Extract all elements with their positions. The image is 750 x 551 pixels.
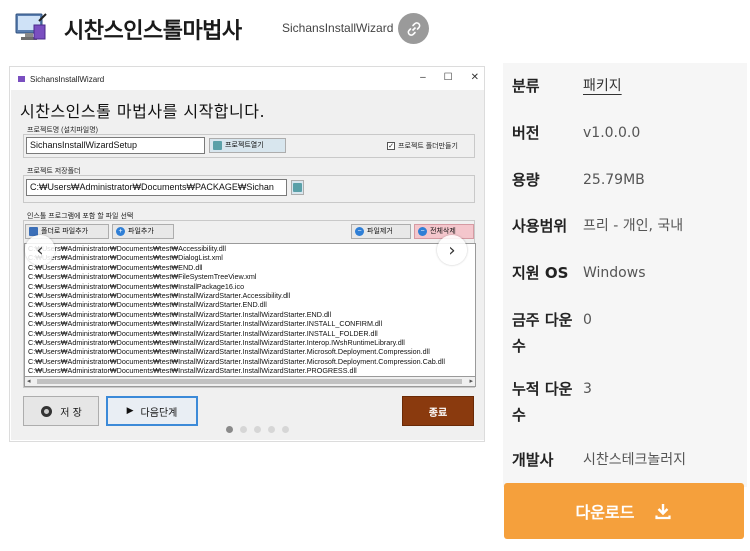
file-list-item: C:₩Users₩Administrator₩Documents₩test₩In…: [28, 281, 245, 291]
file-list-item: C:₩Users₩Administrator₩Documents₩test₩In…: [28, 366, 357, 376]
window-titlebar: SichansInstallWizard: [11, 68, 484, 90]
file-list-item: C:₩Users₩Administrator₩Documents₩test₩In…: [28, 300, 267, 310]
download-label: 다운로드: [575, 503, 635, 522]
carousel-dot[interactable]: [226, 426, 233, 433]
carousel-dot[interactable]: [240, 426, 247, 433]
info-value: 3: [583, 381, 592, 397]
project-name-field: SichansInstallWizardSetup: [26, 137, 205, 154]
add-folder-label: 폴더로 파일추가: [41, 228, 89, 235]
carousel-dot[interactable]: [282, 426, 289, 433]
carousel-dot[interactable]: [268, 426, 275, 433]
download-button[interactable]: 다운로드: [504, 483, 744, 539]
info-label: 용량: [512, 171, 540, 189]
info-row-license: 사용범위 프리 - 개인, 국내: [503, 213, 747, 239]
file-list-item: C:₩Users₩Administrator₩Documents₩test₩In…: [28, 356, 445, 366]
exit-button: 종료: [402, 396, 474, 426]
app-info-panel: 분류 패키지 버전 v1.0.0.0 용량 25.79MB 사용범위 프리 - …: [503, 63, 747, 487]
file-list-item: C:₩Users₩Administrator₩Documents₩test₩Fi…: [28, 272, 257, 282]
file-list-item: C:₩Users₩Administrator₩Documents₩test₩EN…: [28, 262, 203, 272]
scroll-left-icon: ◂: [27, 378, 31, 385]
file-list-scrollbar: ◂ ▸: [24, 377, 476, 387]
checkbox-check-icon: ✓: [387, 142, 395, 150]
file-list-item: C:₩Users₩Administrator₩Documents₩test₩In…: [28, 291, 291, 301]
info-label: 개발사: [512, 451, 554, 469]
category-link[interactable]: 패키지: [583, 73, 747, 99]
maximize-icon: ☐: [443, 72, 453, 83]
file-list-item: C:₩Users₩Administrator₩Documents₩test₩In…: [28, 309, 332, 319]
app-subtitle: SichansInstallWizard: [282, 21, 394, 35]
info-row-os: 지원 OS Windows: [503, 260, 747, 286]
info-value: Windows: [583, 265, 646, 281]
open-project-label: 프로젝트열기: [225, 142, 264, 149]
info-value: v1.0.0.0: [583, 125, 641, 141]
folder-icon: [293, 183, 302, 192]
info-row-size: 용량 25.79MB: [503, 167, 747, 193]
carousel-dot[interactable]: [254, 426, 261, 433]
info-label: 금주 다운수: [512, 311, 573, 355]
info-row-weekly-downloads: 금주 다운수 0: [503, 307, 747, 359]
info-value: 25.79MB: [583, 172, 645, 188]
make-folder-checkbox: ✓ 프로젝트 폴더만들기: [387, 141, 458, 151]
info-label: 사용범위: [512, 217, 568, 235]
file-list-item: C:₩Users₩Administrator₩Documents₩test₩In…: [28, 328, 378, 338]
info-row-version: 버전 v1.0.0.0: [503, 120, 747, 146]
make-folder-label: 프로젝트 폴더만들기: [398, 143, 458, 150]
window-title: SichansInstallWizard: [30, 74, 105, 84]
next-step-button: ▶ 다음단계: [106, 396, 198, 426]
chevron-left-icon: ‹: [36, 239, 44, 261]
info-row-category: 분류 패키지: [503, 73, 747, 99]
info-value: 시찬스테크놀러지: [583, 452, 687, 468]
save-disk-icon: [41, 405, 53, 417]
app-icon: [14, 11, 48, 45]
info-value: 프리 - 개인, 국내: [583, 218, 684, 234]
close-icon: ✕: [470, 72, 479, 83]
scrollbar-thumb: [37, 379, 462, 384]
plus-icon: +: [116, 227, 125, 236]
file-list-item: C:₩Users₩Administrator₩Documents₩test₩In…: [28, 347, 430, 357]
wizard-heading: 시찬스인스톨 마법사를 시작합니다.: [20, 102, 266, 121]
add-file-label: 파일추가: [128, 228, 154, 235]
scroll-right-icon: ▸: [469, 378, 473, 385]
screenshot-carousel[interactable]: SichansInstallWizard – ☐ ✕ 시찬스인스톨 마법사를 시…: [9, 66, 485, 442]
screenshot-image: SichansInstallWizard – ☐ ✕ 시찬스인스톨 마법사를 시…: [11, 68, 484, 440]
app-title: 시찬스인스톨마법사: [64, 19, 242, 44]
folder-icon: [213, 141, 222, 150]
file-list: C:₩Users₩Administrator₩Documents₩test₩Ac…: [24, 243, 476, 377]
save-label: 저 장: [60, 407, 82, 419]
save-button: 저 장: [23, 396, 99, 426]
save-folder-field: C:₩Users₩Administrator₩Documents₩PACKAGE…: [26, 179, 287, 196]
info-label: 누적 다운수: [512, 380, 573, 424]
minimize-icon: –: [420, 72, 426, 83]
minus-icon: −: [355, 227, 364, 236]
exit-label: 종료: [428, 407, 448, 419]
next-step-label: 다음단계: [140, 407, 178, 419]
info-label: 버전: [512, 124, 540, 142]
browse-folder-button: [291, 180, 304, 195]
minus-icon: −: [418, 227, 427, 236]
file-list-item: C:₩Users₩Administrator₩Documents₩test₩Ac…: [28, 244, 226, 253]
window-controls: – ☐ ✕: [420, 72, 479, 83]
file-list-item: C:₩Users₩Administrator₩Documents₩test₩In…: [28, 338, 405, 348]
remove-file-label: 파일제거: [367, 228, 393, 235]
chevron-right-icon: ›: [448, 239, 456, 261]
link-icon: [407, 21, 420, 36]
open-project-button: 프로젝트열기: [209, 138, 286, 153]
share-link-button[interactable]: [398, 13, 429, 44]
remove-all-label: 전체삭제: [430, 228, 456, 235]
download-icon: [655, 504, 672, 520]
info-value: 0: [583, 312, 592, 328]
file-list-item: C:₩Users₩Administrator₩Documents₩test₩Di…: [28, 253, 223, 263]
info-row-total-downloads: 누적 다운수 3: [503, 376, 747, 428]
carousel-prev-button[interactable]: ‹: [25, 235, 55, 265]
play-icon: ▶: [126, 406, 134, 416]
carousel-next-button[interactable]: ›: [437, 235, 467, 265]
info-label: 분류: [512, 77, 540, 95]
carousel-dots: [226, 426, 289, 433]
window-app-icon: [18, 75, 25, 82]
info-row-developer: 개발사 시찬스테크놀러지: [503, 447, 747, 473]
info-label: 지원 OS: [512, 264, 569, 282]
file-list-item: C:₩Users₩Administrator₩Documents₩test₩In…: [28, 319, 383, 329]
remove-file-button: − 파일제거: [351, 224, 411, 239]
add-file-button: + 파일추가: [112, 224, 174, 239]
